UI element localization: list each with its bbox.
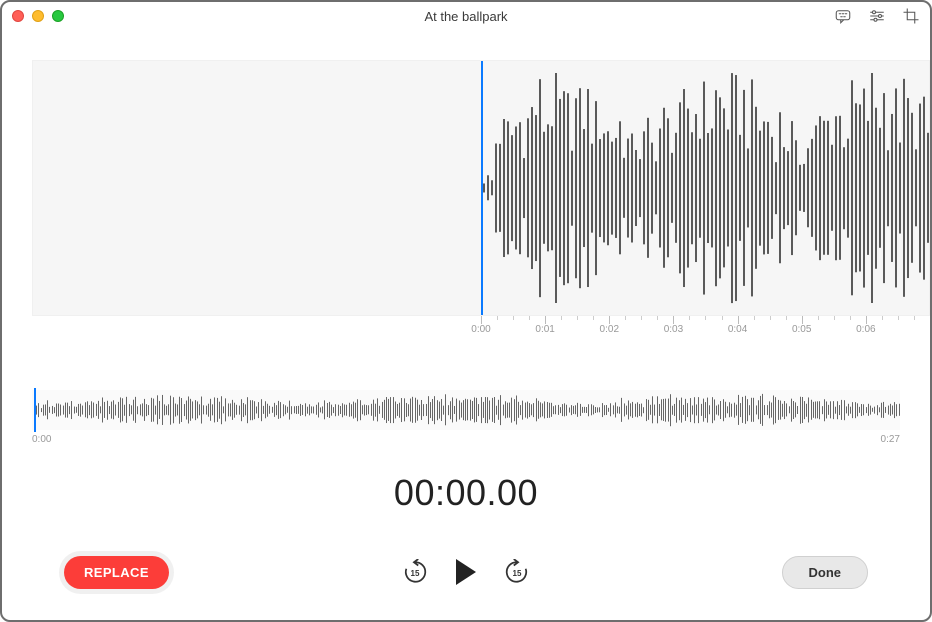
ruler-tick-label: 0:06 — [856, 324, 875, 335]
ruler-tick-label: 0:01 — [535, 324, 554, 335]
speech-bubble-icon[interactable] — [834, 7, 852, 25]
replace-button[interactable]: REPLACE — [64, 556, 169, 589]
main-waveform-canvas[interactable] — [32, 60, 930, 316]
overview-time-end: 0:27 — [881, 434, 900, 445]
minimize-window-button[interactable] — [32, 10, 44, 22]
main-waveform-area[interactable]: 0:00 0:01 0:02 0:03 0:04 0:05 0:06 — [32, 60, 930, 340]
skip-back-seconds-label: 15 — [402, 561, 428, 585]
fullscreen-window-button[interactable] — [52, 10, 64, 22]
ruler-tick-label: 0:03 — [664, 324, 683, 335]
done-button[interactable]: Done — [782, 556, 869, 589]
window-titlebar: At the ballpark — [2, 2, 930, 30]
play-button[interactable] — [456, 559, 476, 585]
ruler-tick-label: 0:04 — [728, 324, 747, 335]
crop-icon[interactable] — [902, 7, 920, 25]
ruler-tick-label: 0:02 — [600, 324, 619, 335]
overview-time-start: 0:00 — [32, 434, 51, 445]
main-ruler: 0:000:010:020:030:040:050:06 — [481, 316, 930, 340]
playhead[interactable] — [481, 60, 483, 316]
ruler-tick-label: 0:00 — [471, 324, 490, 335]
close-window-button[interactable] — [12, 10, 24, 22]
window-controls — [12, 10, 64, 22]
timer-display: 00:00.00 — [394, 472, 538, 514]
window-title: At the ballpark — [424, 9, 507, 24]
overview-playhead[interactable] — [34, 388, 36, 432]
sliders-icon[interactable] — [868, 7, 886, 25]
skip-forward-seconds-label: 15 — [504, 561, 530, 585]
toolbar-right — [834, 7, 920, 25]
transport-controls: 15 15 — [402, 559, 530, 585]
bottom-controls: REPLACE 15 15 Done — [2, 550, 930, 594]
skip-back-15-button[interactable]: 15 — [402, 559, 428, 585]
ruler-tick-label: 0:05 — [792, 324, 811, 335]
skip-forward-15-button[interactable]: 15 — [504, 559, 530, 585]
overview-waveform[interactable]: 0:00 0:27 — [32, 390, 900, 445]
